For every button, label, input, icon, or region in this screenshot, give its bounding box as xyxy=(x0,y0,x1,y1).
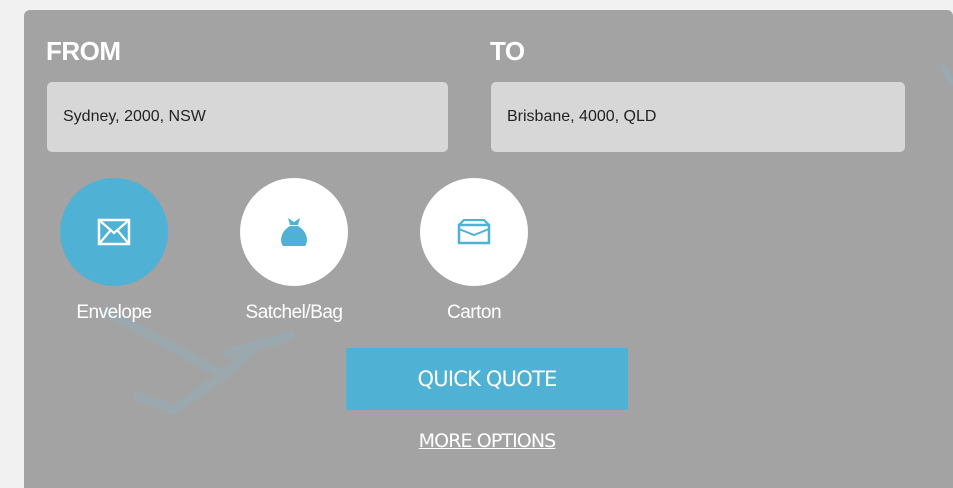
carton-icon xyxy=(457,219,491,245)
envelope-option[interactable] xyxy=(60,178,168,286)
quote-panel: FROM TO Envelope Satchel/Bag Carton QUIC… xyxy=(24,10,953,488)
satchel-label: Satchel/Bag xyxy=(245,302,343,323)
carton-option[interactable] xyxy=(420,178,528,286)
from-label: FROM xyxy=(46,36,121,66)
to-label: TO xyxy=(490,36,525,66)
envelope-label: Envelope xyxy=(76,302,152,323)
more-options-link[interactable]: MORE OPTIONS xyxy=(370,430,604,452)
from-input[interactable] xyxy=(47,82,448,152)
to-input[interactable] xyxy=(491,82,905,152)
satchel-option[interactable] xyxy=(240,178,348,286)
quick-quote-button[interactable]: QUICK QUOTE xyxy=(346,348,628,410)
bag-icon xyxy=(281,218,307,246)
carton-label: Carton xyxy=(446,302,502,323)
envelope-icon xyxy=(97,218,131,246)
